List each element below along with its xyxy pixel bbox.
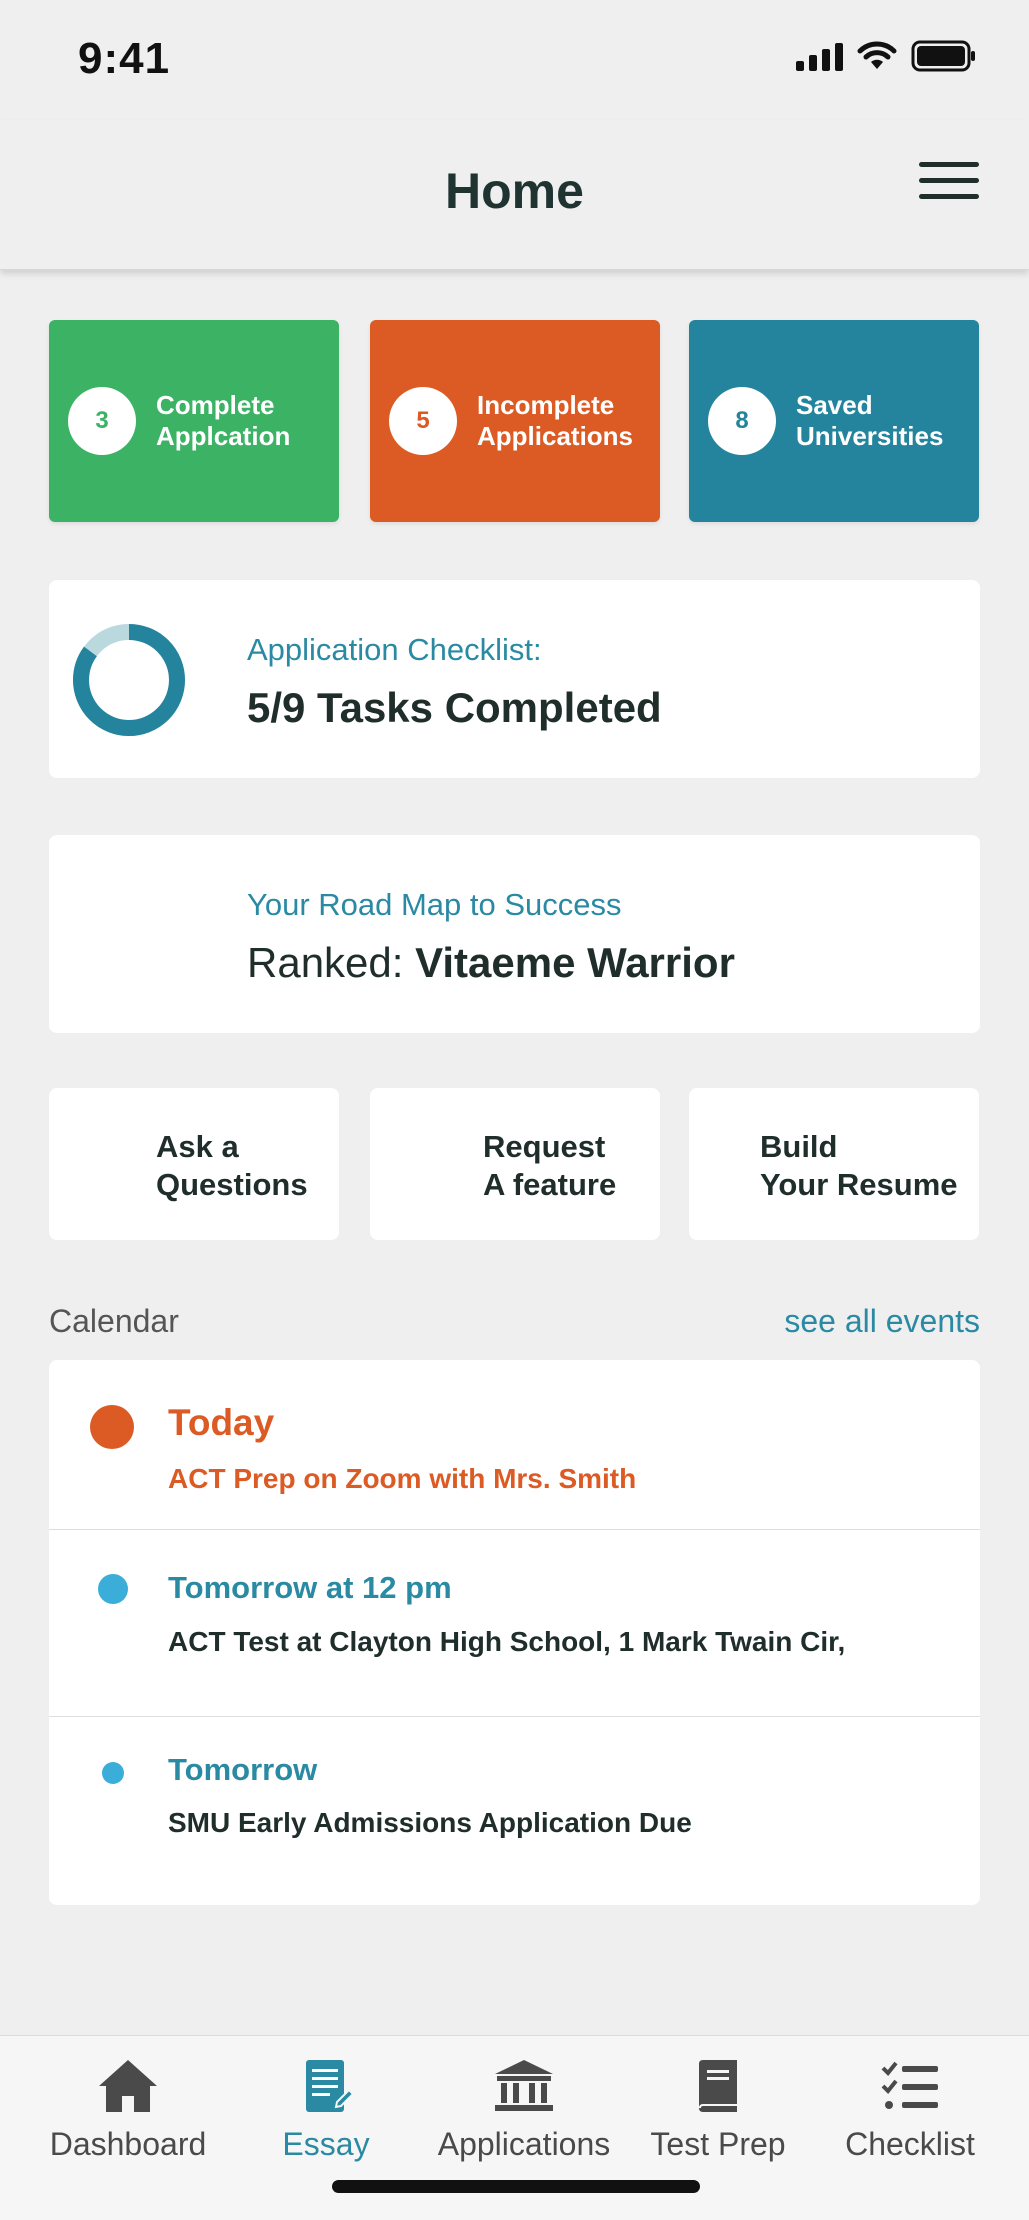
home-screen: 9:41 Home 3 Complete Applcation 5 Incomp… [0, 0, 1029, 2220]
calendar-heading: Calendar [49, 1303, 179, 1339]
event-dot-icon [98, 1574, 128, 1604]
status-time: 9:41 [78, 34, 171, 83]
see-all-events-link[interactable]: see all events [784, 1303, 980, 1340]
build-resume-button[interactable]: Build Your Resume [689, 1088, 979, 1240]
application-checklist-card[interactable]: Application Checklist: 5/9 Tasks Complet… [49, 580, 980, 778]
tab-label: Dashboard [49, 2126, 207, 2162]
incomplete-applications-tile[interactable]: 5 Incomplete Applications [370, 320, 660, 522]
book-icon [699, 2060, 737, 2112]
stat-count: 5 [389, 387, 457, 455]
tab-test-prep[interactable]: Test Prep [618, 2036, 818, 2166]
action-label: Ask a Questions [156, 1129, 308, 1202]
stat-label: Incomplete Applications [477, 390, 634, 451]
event-when: Tomorrow at 12 pm [168, 1570, 452, 1605]
page-title: Home [445, 163, 584, 219]
rank-name: Vitaeme Warrior [415, 939, 735, 986]
progress-donut [73, 624, 185, 736]
status-icons [796, 40, 977, 72]
roadmap-subtitle: Your Road Map to Success [247, 887, 622, 922]
event-dot-icon [102, 1762, 124, 1784]
saved-universities-tile[interactable]: 8 Saved Universities [689, 320, 979, 522]
status-bar: 9:41 [0, 0, 1029, 120]
roadmap-card[interactable]: Your Road Map to Success Ranked: Vitaeme… [49, 835, 980, 1033]
tab-label: Essay [282, 2126, 370, 2162]
action-label: Build Your Resume [760, 1129, 958, 1202]
rank-text: Ranked: Vitaeme Warrior [247, 939, 735, 987]
document-icon [306, 2060, 355, 2112]
tab-checklist[interactable]: Checklist [810, 2036, 1010, 2166]
ask-question-button[interactable]: Ask a Questions [49, 1088, 339, 1240]
stat-label: Saved Universities [796, 390, 944, 451]
calendar-event[interactable]: Tomorrow SMU Early Admissions Applicatio… [49, 1717, 980, 1905]
tab-label: Applications [437, 2126, 611, 2162]
event-when: Today [168, 1402, 275, 1443]
event-dot-icon [90, 1405, 134, 1449]
tab-dashboard[interactable]: Dashboard [28, 2036, 228, 2166]
home-icon [99, 2060, 157, 2112]
checklist-subtitle: Application Checklist: [247, 632, 542, 667]
checklist-icon [881, 2061, 938, 2109]
wifi-icon [857, 41, 897, 69]
event-description: ACT Prep on Zoom with Mrs. Smith [168, 1463, 637, 1494]
battery-icon [911, 40, 975, 72]
bank-icon [495, 2060, 553, 2111]
stat-count: 3 [68, 387, 136, 455]
rank-prefix: Ranked: [247, 939, 416, 986]
home-indicator [332, 2180, 700, 2193]
hamburger-menu-icon[interactable] [919, 150, 979, 210]
tab-label: Test Prep [650, 2126, 786, 2162]
tab-applications[interactable]: Applications [424, 2036, 624, 2166]
checklist-progress-text: 5/9 Tasks Completed [247, 684, 662, 731]
complete-applications-tile[interactable]: 3 Complete Applcation [49, 320, 339, 522]
tab-essay[interactable]: Essay [226, 2036, 426, 2166]
tab-label: Checklist [845, 2126, 975, 2162]
event-description: SMU Early Admissions Application Due [168, 1807, 692, 1838]
cellular-signal-icon [796, 41, 843, 71]
top-header: Home [0, 120, 1029, 270]
calendar-event[interactable]: Tomorrow at 12 pm ACT Test at Clayton Hi… [49, 1530, 980, 1717]
stat-count: 8 [708, 387, 776, 455]
stat-label: Complete Applcation [156, 390, 291, 451]
request-feature-button[interactable]: Request A feature [370, 1088, 660, 1240]
calendar-event[interactable]: Today ACT Prep on Zoom with Mrs. Smith [49, 1360, 980, 1530]
event-description: ACT Test at Clayton High School, 1 Mark … [168, 1626, 846, 1657]
calendar-card: Today ACT Prep on Zoom with Mrs. Smith T… [49, 1360, 980, 1905]
event-when: Tomorrow [168, 1752, 318, 1787]
action-label: Request A feature [483, 1129, 617, 1202]
